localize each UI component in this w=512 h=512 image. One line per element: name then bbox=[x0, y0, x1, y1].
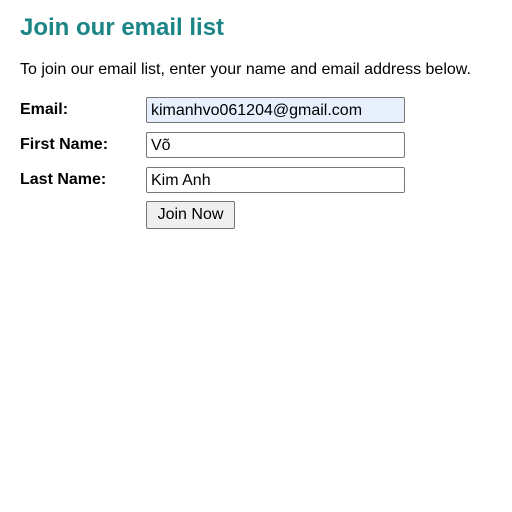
email-label: Email: bbox=[20, 101, 69, 118]
email-row: Email: bbox=[20, 97, 510, 123]
first-name-label: First Name: bbox=[20, 136, 109, 153]
last-name-field[interactable] bbox=[146, 167, 405, 193]
first-name-row: First Name: bbox=[20, 132, 510, 158]
last-name-row: Last Name: bbox=[20, 167, 510, 193]
first-name-field[interactable] bbox=[146, 132, 405, 158]
last-name-label: Last Name: bbox=[20, 171, 107, 188]
intro-text: To join our email list, enter your name … bbox=[20, 61, 471, 78]
email-field[interactable] bbox=[146, 97, 405, 123]
join-now-button[interactable]: Join Now bbox=[146, 201, 235, 229]
page-title: Join our email list bbox=[20, 14, 225, 41]
